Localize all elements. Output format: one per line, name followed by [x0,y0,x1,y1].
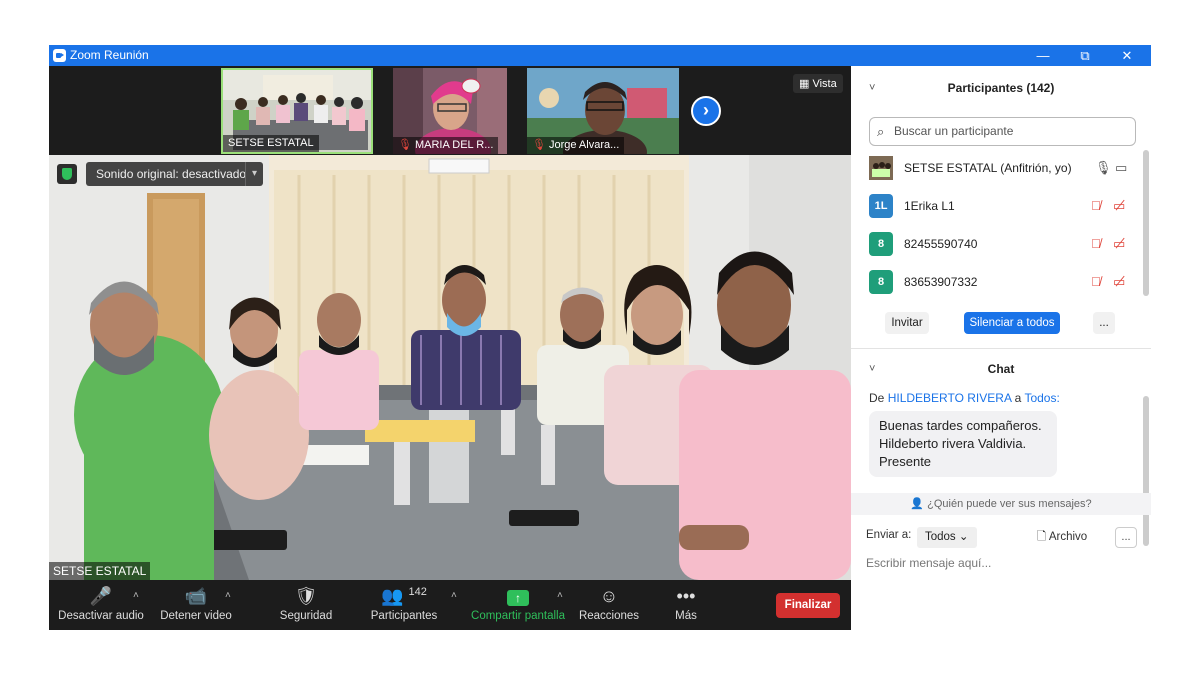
side-panel: ˅ Participantes (142) ⌕ Buscar un partic… [851,66,1151,630]
thumbnail-strip: SETSE ESTATAL 🎙 MARIA DEL R... 🎙 Jorge A… [49,66,851,155]
main-video: Sonido original: desactivado ▾ SETSE EST… [49,155,851,580]
avatar [869,156,893,180]
chevron-right-icon: › [703,100,709,120]
chat-message-bubble: Buenas tardes compañeros. Hildeberto riv… [869,411,1057,477]
video-off-icon[interactable]: ▭̸ [1113,236,1125,252]
video-off-icon[interactable]: ▭̸ [1113,198,1125,214]
sender-name-link[interactable]: HILDEBERTO RIVERA [888,391,1012,405]
zoom-logo-icon [53,49,66,62]
original-sound-badge[interactable]: Sonido original: desactivado [86,162,257,186]
search-icon: ⌕ [877,124,885,139]
video-off-icon[interactable]: ▭̸ [1113,274,1125,290]
video-area: SETSE ESTATAL 🎙 MARIA DEL R... 🎙 Jorge A… [49,66,851,630]
video-camera-icon[interactable]: ▭ [1115,160,1127,176]
shield-icon: 🛡 [294,586,318,606]
participant-row[interactable]: SETSE ESTATAL (Anfitrión, yo) 🎙 ▭ [869,156,1144,180]
muted-mic-icon: 🎙 [398,139,412,151]
chat-more-button[interactable]: ... [1115,527,1137,548]
grid-view-icon: ▦ [799,78,813,90]
reaction-smiley-icon: ☺ [599,586,619,606]
thumbnail-jorge[interactable]: 🎙 Jorge Alvara... [527,68,679,154]
reactions-button[interactable]: ☺ Reacciones [577,580,641,630]
minimize-button[interactable]: — [1023,45,1063,66]
mute-audio-button[interactable]: 🎤 Desactivar audio [55,580,147,630]
mute-all-button[interactable]: Silenciar a todos [964,312,1060,334]
meeting-toolbar: 🎤 Desactivar audio ˄ 📹 Detener video ˄ 🛡… [49,580,851,630]
muted-mic-icon: 🎙 [532,139,546,151]
collapse-chevron-icon[interactable]: ˅ [869,73,875,103]
send-to-dropdown[interactable]: Todos ⌄ [917,527,977,548]
main-video-image [49,155,851,580]
microphone-icon[interactable]: 🎙 [1095,160,1112,176]
share-screen-button[interactable]: ↑ Compartir pantalla [469,580,567,630]
file-icon: 🗋 [1037,531,1049,543]
avatar: 1L [869,194,893,218]
participants-button[interactable]: 👥 142 Participantes [365,580,443,630]
thumbnail-label: 🎙 Jorge Alvara... [527,137,625,154]
title-bar: Zoom Reunión — ⧉ ✕ [49,45,1151,66]
participant-row[interactable]: 8 83653907332 🎙̸ ▭̸ [869,270,1144,294]
avatar-photo [869,156,893,180]
thumbnail-label: 🎙 MARIA DEL R... [393,137,499,154]
invite-button[interactable]: Invitar [885,312,929,334]
participants-header: ˅ Participantes (142) [851,73,1151,103]
chevron-down-icon[interactable]: ▾ [245,162,263,186]
encryption-shield-icon[interactable] [57,164,77,184]
search-participant-input[interactable]: ⌕ Buscar un participante [869,117,1136,146]
thumbnail-label: SETSE ESTATAL [223,135,319,152]
video-options-caret-icon[interactable]: ˄ [225,590,231,601]
end-meeting-button[interactable]: Finalizar [776,593,840,618]
next-page-button[interactable]: › [691,96,721,126]
more-dots-icon: ••• [676,586,696,606]
close-button[interactable]: ✕ [1107,45,1147,66]
recipient-link[interactable]: Todos: [1024,391,1059,405]
share-screen-icon: ↑ [469,580,567,610]
view-button[interactable]: ▦ Vista [793,74,843,93]
participant-row[interactable]: 8 82455590740 🎙̸ ▭̸ [869,232,1144,256]
avatar: 8 [869,270,893,294]
chat-message-input[interactable]: Escribir mensaje aquí... [866,556,991,570]
chat-header: ˅ Chat [851,354,1151,384]
security-button[interactable]: 🛡 Seguridad [271,580,341,630]
send-to-label: Enviar a: [866,529,912,541]
chat-message-sender: De HILDEBERTO RIVERA a Todos: [869,391,1060,405]
participants-icon: 👥 142 [381,586,427,606]
more-button[interactable]: ••• Más [661,580,711,630]
who-can-see-messages[interactable]: 👤 ¿Quién puede ver sus mensajes? [851,493,1151,515]
window-title: Zoom Reunión [70,48,149,62]
participants-scrollbar[interactable] [1143,150,1149,296]
file-button[interactable]: 🗋 Archivo [1037,529,1087,548]
speaker-label: SETSE ESTATAL [49,562,151,580]
muted-microphone-icon[interactable]: 🎙̸ [1091,274,1101,289]
more-options-button[interactable]: ... [1093,312,1115,334]
chat-scrollbar[interactable] [1143,396,1149,546]
participants-count: 142 [408,586,427,598]
participants-options-caret-icon[interactable]: ˄ [451,590,457,601]
avatar: 8 [869,232,893,256]
share-options-caret-icon[interactable]: ˄ [557,590,563,601]
thumbnail-setse[interactable]: SETSE ESTATAL [221,68,373,154]
audio-options-caret-icon[interactable]: ˄ [133,590,139,601]
collapse-chevron-icon[interactable]: ˅ [869,354,875,384]
muted-microphone-icon[interactable]: 🎙̸ [1091,236,1101,251]
stop-video-button[interactable]: 📹 Detener video [153,580,239,630]
thumbnail-maria[interactable]: 🎙 MARIA DEL R... [393,68,507,154]
divider [851,348,1151,349]
chevron-down-icon: ⌄ [958,531,969,543]
participant-row[interactable]: 1L 1Erika L1 🎙̸ ▭̸ [869,194,1144,218]
muted-microphone-icon[interactable]: 🎙̸ [1091,198,1101,213]
zoom-window: Zoom Reunión — ⧉ ✕ SETSE ESTATAL 🎙 MARIA… [49,45,1151,630]
people-icon: 👤 [910,498,928,510]
restore-button[interactable]: ⧉ [1065,45,1105,66]
